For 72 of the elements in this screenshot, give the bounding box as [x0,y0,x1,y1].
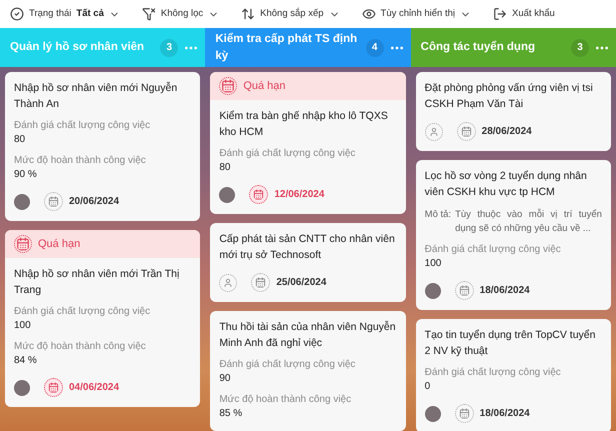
task-card[interactable]: Nhập hồ sơ nhân viên mới Nguyễn Thành An Đánh giá chất lượng công việc 80 Mức độ hoàn thành công việc 90 % 20/06/2024 [5,72,200,221]
toolbar-button[interactable]: Trạng thái Tất cả [10,6,120,22]
calendar-icon [251,273,270,292]
toolbar-button[interactable]: Không lọc [142,6,220,22]
user-icon[interactable] [424,122,443,140]
calendar-icon [454,404,474,423]
field-label: Mức độ hoàn thành công việc [14,154,147,168]
field-value: 84 % [14,354,38,368]
card-count: 4 [366,38,384,56]
overdue-label: Quá hạn [243,78,286,94]
card-title: Tạo tin tuyển dụng trên TopCV tuyển 2 NV kỹ thuật [424,328,596,359]
card-title: Cấp phát tài sản CNTT cho nhân viên mới trụ sở Technosoft [219,232,396,263]
calendar-icon [219,77,238,95]
field-label: Đánh giá chất lượng công việc [14,305,152,319]
description-label: Mô tả: [424,208,452,222]
due-date: 12/06/2024 [274,188,324,202]
field-value: 80 [219,161,232,175]
field-label: Mức độ hoàn thành công việc [219,393,352,407]
toolbar-button[interactable]: Tùy chỉnh hiển thị [362,6,472,22]
calendar-icon [456,122,476,141]
overdue-label: Quá hạn [38,236,80,252]
description-text: Tùy thuộc vào mỗi vị trí tuyển dụng sẽ có những yêu cầu về ... [455,208,602,236]
column-title: Kiểm tra cấp phát TS định kỳ [215,32,358,64]
task-card[interactable]: Thu hồi tài sản của nhân viên Nguyễn Minh Anh đã nghỉ việc Đánh giá chất lượng công việc 90 Mức độ hoàn thành công việc 85 % [210,311,406,431]
toolbar-button[interactable]: Xuất khẩu [493,6,555,22]
card-count: 3 [160,38,178,56]
field-label: Mức độ hoàn thành công việc [14,340,147,354]
field-value: 0 [424,380,432,394]
field-value: 100 [14,319,32,333]
card-title: Kiểm tra bàn ghế nhập kho lô TQXS kho HCM [219,109,389,140]
task-card[interactable]: Đặt phòng phỏng vấn ứng viên vị tsi CSKH Phạm Văn Tài 28/06/2024 [416,72,611,151]
task-card[interactable]: Quá hạn Kiểm tra bàn ghế nhập kho lô TQXS kho HCM Đánh giá chất lượng công việc 80 12/06/2024 [210,72,406,214]
due-date: 04/06/2024 [69,381,120,395]
sort-icon [241,7,256,21]
card-title: Nhập hồ sơ nhân viên mới Trần Thị Trang [14,267,180,298]
field-value: 90 % [14,168,38,182]
card-title: Lọc hồ sơ vòng 2 tuyển dụng nhân viên CSKH khu vực tp HCM [424,169,588,200]
card-count: 3 [570,38,589,56]
field-value: 80 [14,133,26,147]
filter-icon [142,7,156,21]
user-icon[interactable] [219,274,238,292]
due-date: 20/06/2024 [69,195,120,209]
field-label: Đánh giá chất lượng công việc [219,358,356,372]
field-label: Đánh giá chất lượng công việc [14,119,152,133]
task-card[interactable]: Lọc hồ sơ vòng 2 tuyển dụng nhân viên CSKH khu vực tp HCM Mô tả: Tùy thuộc vào mỗi vị trí tuyển dụng sẽ có những yêu cầu về ... Đánh giá chất lượng công việc 100 18/06/2024 [416,160,611,310]
field-value: 90 [219,372,232,386]
eye-icon [362,7,376,21]
card-title: Nhập hồ sơ nhân viên mới Nguyễn Thành An [14,80,178,112]
field-value: 100 [424,257,442,271]
due-date: 28/06/2024 [482,125,532,139]
calendar-icon [44,192,63,211]
task-card[interactable]: Cấp phát tài sản CNTT cho nhân viên mới trụ sở Technosoft 25/06/2024 [210,223,406,302]
due-date: 18/06/2024 [480,284,530,298]
calendar-icon [454,281,474,300]
column-title: Công tác tuyển dụng [420,40,536,55]
task-card[interactable]: Quá hạn Nhập hồ sơ nhân viên mới Trần Thị Trang Đánh giá chất lượng công việc 100 Mức độ hoàn thành công việc 84 % 04/06/2024 [5,230,200,407]
due-date: 25/06/2024 [276,276,326,290]
task-card[interactable]: Tạo tin tuyển dụng trên TopCV tuyển 2 NV kỹ thuật Đánh giá chất lượng công việc 0 18/06/2024 [416,319,611,431]
field-value: 85 % [219,407,244,421]
calendar-icon [44,378,63,397]
check-circle-icon [10,7,24,21]
field-label: Đánh giá chất lượng công việc [424,366,562,380]
card-title: Thu hồi tài sản của nhân viên Nguyễn Minh Anh đã nghỉ việc [219,320,397,351]
card-title: Đặt phòng phỏng vấn ứng viên vị tsi CSKH Phạm Văn Tài [424,81,594,112]
column-title: Quản lý hồ sơ nhân viên [10,40,146,55]
calendar-icon [14,235,32,253]
export-icon [493,7,508,21]
field-label: Đánh giá chất lượng công việc [219,147,356,161]
toolbar-button[interactable]: Không sắp xếp [241,6,340,22]
field-label: Đánh giá chất lượng công việc [424,243,562,257]
due-date: 18/06/2024 [480,407,530,421]
calendar-icon [249,185,268,204]
